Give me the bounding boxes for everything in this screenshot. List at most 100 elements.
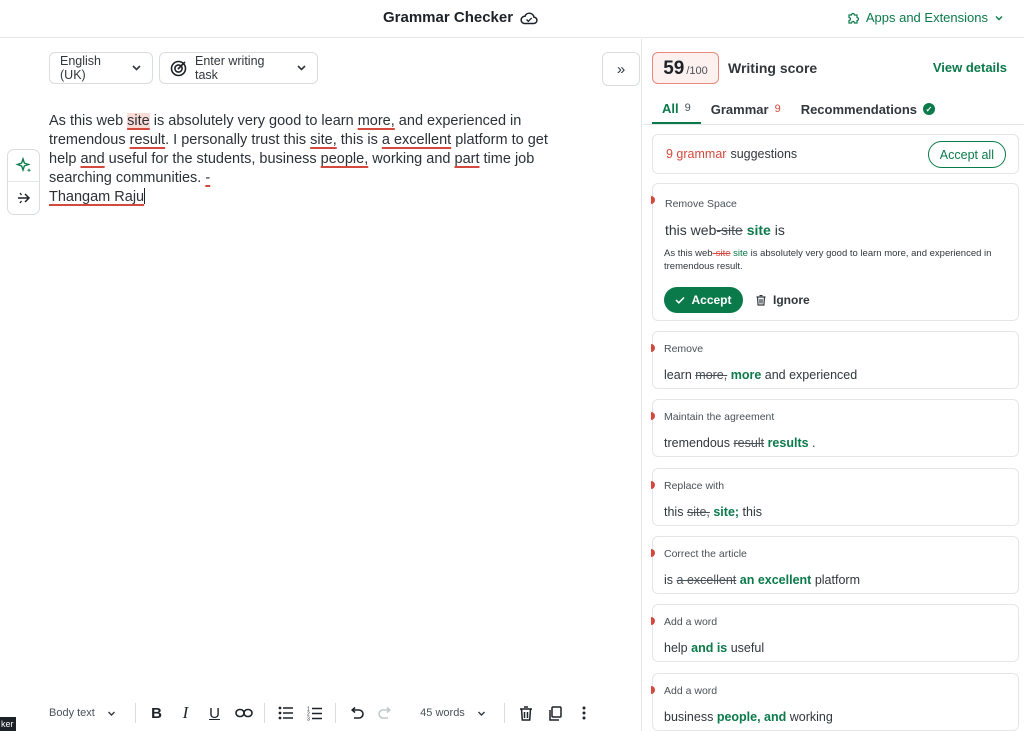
suggestion-card[interactable]: Add a word business people, and working [651,673,1019,731]
text-caret [144,188,146,204]
redo-button[interactable] [371,700,400,726]
suggestion-card[interactable]: Remove learn more, more and experienced [651,331,1019,389]
suggestion-card[interactable]: Add a word help and is useful [651,604,1019,662]
bullet-list-button[interactable] [271,700,300,726]
apps-extensions-menu[interactable]: Apps and Extensions [847,10,1004,25]
error-part[interactable]: part [455,151,480,167]
error-excellent[interactable]: a excellent [382,132,451,148]
tab-divider [643,124,1024,125]
suggestion-card[interactable]: Maintain the agreement tremendous result … [651,399,1019,457]
collapse-panel-button[interactable]: » [602,52,640,86]
text-style-select[interactable]: Body text [49,700,129,726]
suggestion-card[interactable]: Replace with this site, site; this [651,468,1019,526]
top-bar: Grammar Checker Apps and Extensions [0,0,1024,38]
score-value: 59 [663,58,685,79]
score-label: Writing score [728,60,818,76]
tab-count: 9 [684,102,691,114]
suggestion-line: is a excellent an excellent platform [664,573,860,587]
context-before: this web [665,222,717,238]
suggestion-title: Replace with [664,480,725,492]
tab-count: 9 [774,103,781,115]
suggestion-title: Remove Space [665,198,737,210]
suggestions-summary: 9 grammar suggestions Accept all [652,134,1019,174]
bold-button[interactable]: B [142,700,171,726]
tooltip: ker [0,717,16,731]
delete-button[interactable] [511,700,540,726]
more-options-button[interactable] [569,700,598,726]
numbered-list-button[interactable]: 123 [300,700,329,726]
format-toolbar: Body text B I U 123 45 words [49,700,598,726]
accept-all-button[interactable]: Accept all [927,141,1006,168]
suggestion-title: Maintain the agreement [664,411,775,423]
editor-text[interactable]: As this web site is absolutely very good… [49,112,579,207]
view-details-link[interactable]: View details [933,60,1007,75]
undo-icon [349,706,364,720]
suggestion-card[interactable]: Remove Space this web-site site is As th… [651,183,1019,321]
paraphrase-button[interactable] [8,182,39,214]
toolbar-divider [504,703,505,723]
context-before: help [664,641,688,655]
undo-button[interactable] [342,700,371,726]
suggestions-panel: 59 /100 Writing score View details All 9… [643,39,1024,731]
trash-icon [519,705,533,721]
suggestion-line: learn more, more and experienced [664,368,857,382]
error-site[interactable]: site [127,113,150,129]
chevron-down-icon [107,710,116,717]
context-before: is [664,573,674,587]
context-after: platform [814,573,860,587]
text-segment: . I personally trust this [165,132,311,148]
check-icon: ✓ [923,103,935,115]
word-count-select[interactable]: 45 words [408,700,498,726]
ai-sparkle-button[interactable] [8,150,39,182]
context-after: is [774,222,785,238]
tab-label: Recommendations [800,101,917,117]
context-before: this [664,505,684,519]
puzzle-icon [847,11,860,24]
removed-text: site, [686,505,710,519]
italic-button[interactable]: I [171,700,200,726]
accept-label: Accept [691,293,732,307]
copy-button[interactable] [540,700,569,726]
copy-icon [548,705,562,721]
cloud-sync-icon[interactable] [520,11,538,25]
more-vertical-icon [582,706,586,720]
suggestion-line: this web-site site is [665,222,785,238]
error-and[interactable]: and [80,151,104,167]
bullet-list-icon [278,706,294,720]
removed-text: -site [716,222,743,238]
suggestion-title: Correct the article [664,548,747,560]
writing-task-select[interactable]: Enter writing task [159,52,318,84]
error-site-comma[interactable]: site, [310,132,337,148]
chevron-down-icon [296,64,307,72]
editor-pane: English (UK) Enter writing task » As thi… [0,39,642,731]
side-toolbar [7,149,40,215]
language-label: English (UK) [60,54,101,82]
suggestion-line: tremendous result results . [664,436,816,450]
inserted-text: site; [713,505,740,519]
suggestion-card[interactable]: Correct the article is a excellent an exc… [651,536,1019,594]
language-select[interactable]: English (UK) [49,52,153,84]
tab-recommendations[interactable]: Recommendations ✓ [791,94,945,124]
ignore-button[interactable]: Ignore [756,287,810,313]
sparkle-icon [14,156,33,175]
suggestion-title: Remove [664,343,704,355]
underline-button[interactable]: U [200,700,229,726]
tab-grammar[interactable]: Grammar 9 [701,94,791,124]
tab-all[interactable]: All 9 [652,94,701,124]
inserted-text: results [767,436,809,450]
error-people[interactable]: people, [321,151,369,167]
author-name[interactable]: Thangam Raju [49,189,144,205]
word-count-label: 45 words [420,707,465,719]
app-title-text: Grammar Checker [383,9,514,26]
inserted-text: more [730,368,762,382]
context-after: and experienced [764,368,858,382]
error-dash[interactable]: - [205,170,210,186]
context-after: working [789,710,833,724]
accept-button[interactable]: Accept [664,287,743,313]
error-more[interactable]: more, [358,113,395,129]
context-after: this [742,505,762,519]
link-button[interactable] [229,700,258,726]
text-segment: is absolutely very good to learn [149,113,358,129]
error-result[interactable]: result [130,132,165,148]
redo-icon [378,706,393,720]
